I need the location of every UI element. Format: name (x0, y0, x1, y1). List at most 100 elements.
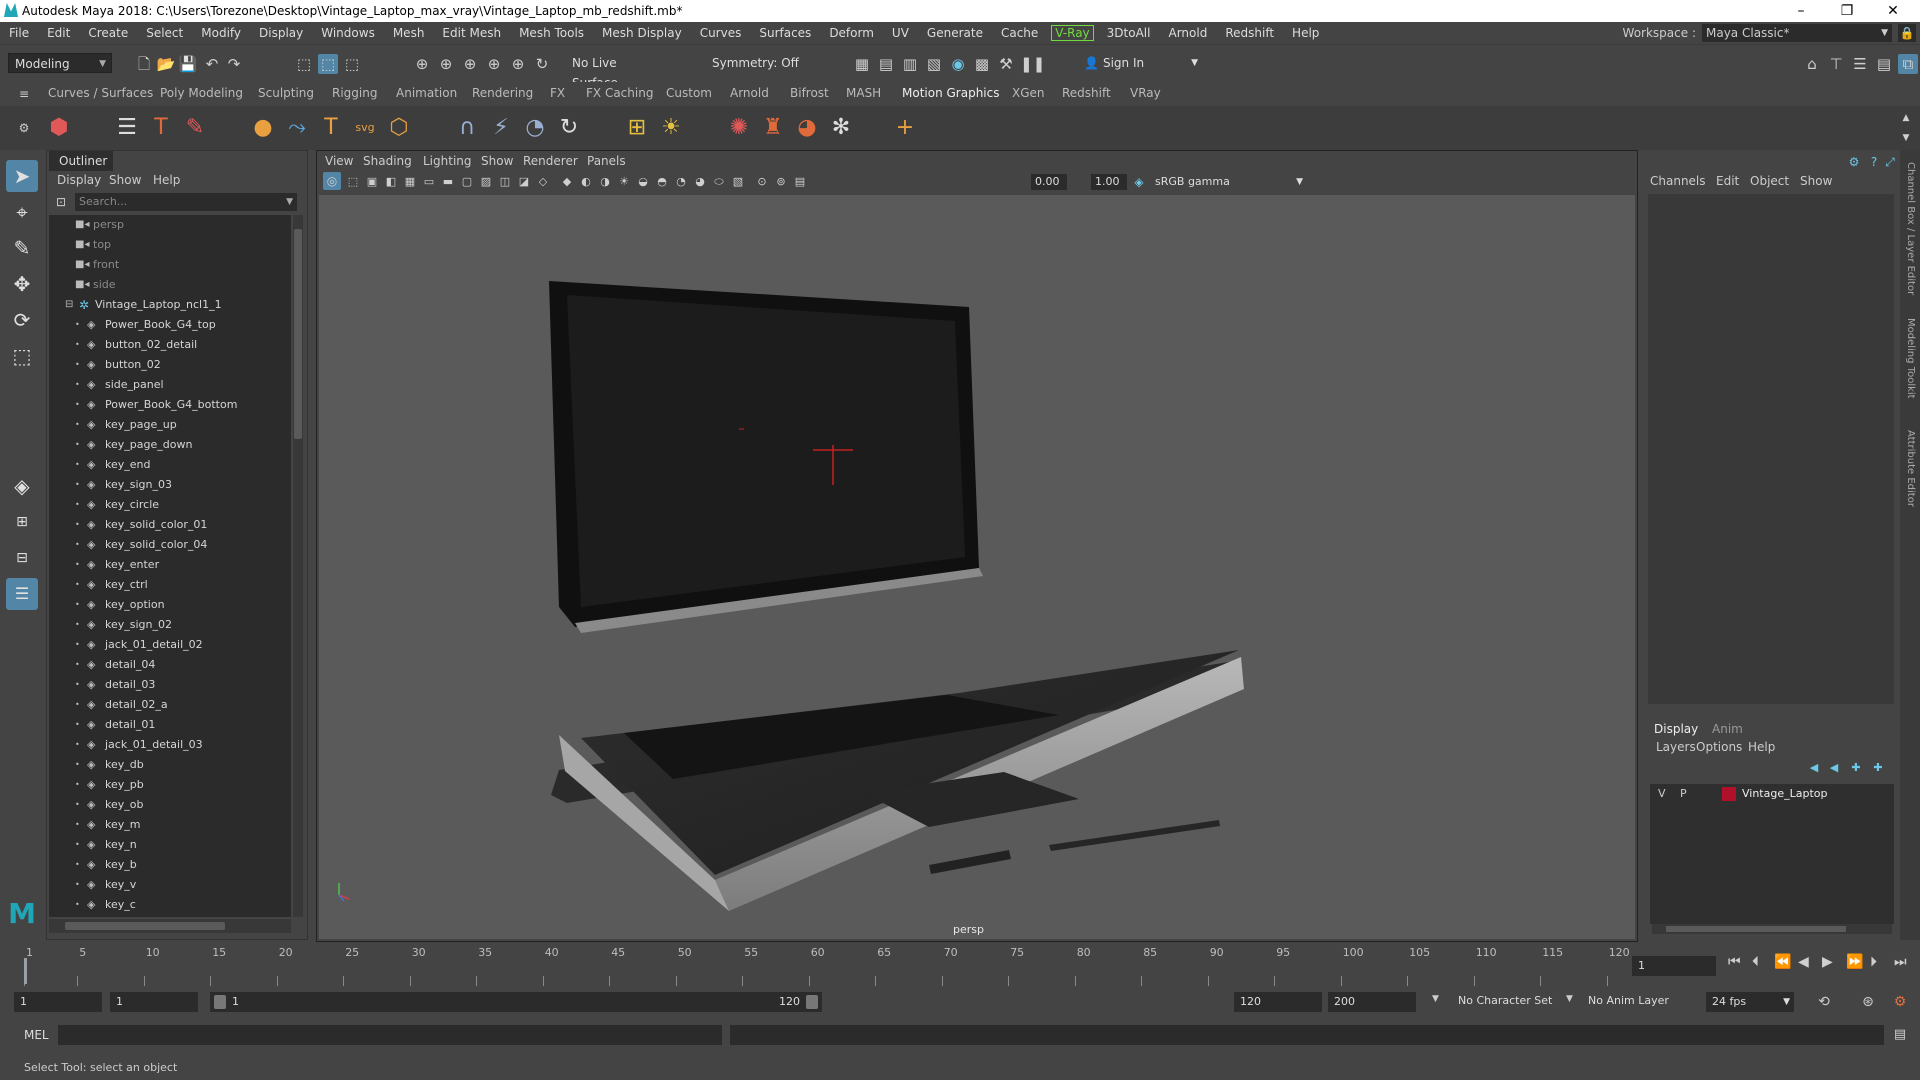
outliner-item-row[interactable]: • ◈ jack_01_detail_02 (49, 635, 291, 655)
camera-attrs-icon[interactable]: ▣ (364, 172, 380, 192)
outliner-layout-icon[interactable]: ☰ (6, 578, 38, 610)
snap-rotate-icon[interactable]: ↻ (532, 54, 552, 74)
grid-toggle-icon[interactable]: ▦ (402, 172, 418, 192)
drop-icon[interactable]: ◕ (792, 113, 822, 143)
motion-blur-icon[interactable]: ◔ (673, 172, 689, 192)
menu-select[interactable]: Select (137, 26, 192, 40)
shelf-tab-mash[interactable]: MASH (846, 86, 881, 100)
pause-icon[interactable]: ❚❚ (1020, 54, 1045, 74)
color-management-icon[interactable]: ◈ (1129, 172, 1149, 192)
live-surface-field[interactable]: No Live Surface (566, 53, 666, 90)
step-back-icon[interactable]: ⏴ (1752, 954, 1759, 970)
move-layer-down-icon[interactable]: ◀ (1824, 758, 1844, 778)
outliner-item-row[interactable]: • ◈ detail_01 (49, 715, 291, 735)
twist-icon[interactable]: ⚡ (486, 113, 516, 143)
symmetry-field[interactable]: Symmetry: Off (706, 53, 806, 73)
outliner-item-row[interactable]: • ◈ key_circle (49, 495, 291, 515)
shelf-tab-fx-caching[interactable]: FX Caching (586, 86, 653, 100)
render-view-icon[interactable]: ▩ (972, 54, 992, 74)
viewport-menu-shading[interactable]: Shading (363, 154, 412, 168)
vray-tools-icon[interactable]: ⚒ (996, 54, 1016, 74)
single-view-layout-icon[interactable]: ◈ (6, 470, 38, 502)
gear-icon[interactable]: ✺ (724, 113, 754, 143)
ipr-render-icon[interactable]: ▥ (900, 54, 920, 74)
backface-icon[interactable]: ▤ (792, 172, 808, 192)
layer-visibility-toggle[interactable]: V (1658, 784, 1666, 804)
film-gate-icon[interactable]: ▭ (421, 172, 437, 192)
layer-menu-help[interactable]: Help (1748, 740, 1775, 754)
shelf-tab-custom[interactable]: Custom (666, 86, 712, 100)
brush-icon[interactable]: ✎ (180, 113, 210, 143)
channels-menu-show[interactable]: Show (1800, 174, 1832, 188)
command-language-label[interactable]: MEL (24, 1028, 49, 1042)
expand-dot-icon[interactable]: • (75, 455, 80, 475)
safe-action-icon[interactable]: ◫ (497, 172, 513, 192)
play-forward-icon[interactable]: ▶ (1822, 954, 1833, 970)
scrollbar-thumb[interactable] (65, 922, 225, 930)
xray-icon[interactable]: ⊙ (754, 172, 770, 192)
shelf-tab-bifrost[interactable]: Bifrost (790, 86, 829, 100)
outliner-item-row[interactable]: • ◈ key_b (49, 855, 291, 875)
layer-tab-display[interactable]: Display (1654, 722, 1698, 736)
bookmark-icon[interactable]: ⬚ (345, 172, 361, 192)
outliner-item-row[interactable]: • ◈ jack_01_detail_03 (49, 735, 291, 755)
select-hierarchy-icon[interactable]: ⬚ (294, 54, 314, 74)
shelf-tab-motion-graphics[interactable]: Motion Graphics (902, 86, 1000, 100)
resolution-gate-icon[interactable]: ▬ (440, 172, 456, 192)
outliner-search-input[interactable]: Search... ▼ (75, 193, 297, 211)
outliner-vertical-scrollbar[interactable] (293, 215, 303, 917)
expand-dot-icon[interactable]: • (75, 415, 80, 435)
layer-color-swatch[interactable] (1722, 787, 1736, 801)
shelf-menu-icon[interactable]: ≡ (14, 84, 34, 104)
menu-mesh-display[interactable]: Mesh Display (593, 26, 691, 40)
expand-dot-icon[interactable]: • (75, 495, 80, 515)
menu-redshift[interactable]: Redshift (1216, 26, 1283, 40)
expand-dot-icon[interactable]: • (75, 915, 80, 917)
layer-menu-options[interactable]: Options (1696, 740, 1742, 754)
expand-dot-icon[interactable]: • (75, 595, 80, 615)
outliner-item-row[interactable]: • ◈ key_c (49, 895, 291, 915)
shelf-tab-arnold[interactable]: Arnold (730, 86, 769, 100)
menu-curves[interactable]: Curves (691, 26, 751, 40)
outliner-menu-help[interactable]: Help (153, 173, 180, 187)
character-set-dropdown[interactable]: No Character Set (1458, 994, 1552, 1007)
expand-dot-icon[interactable]: • (75, 795, 80, 815)
shelf-tab-fx[interactable]: FX (550, 86, 565, 100)
gear-icon[interactable]: ⚙ (14, 118, 34, 138)
snap-grid-icon[interactable]: ⊕ (412, 54, 432, 74)
expand-dot-icon[interactable]: • (75, 315, 80, 335)
lock-icon[interactable]: 🔒 (1898, 24, 1916, 42)
expand-dot-icon[interactable]: • (75, 815, 80, 835)
color-space-dropdown[interactable]: sRGB gamma ▼ (1151, 174, 1307, 190)
field-chart-icon[interactable]: ▨ (478, 172, 494, 192)
menu-help[interactable]: Help (1283, 26, 1328, 40)
sign-in-button[interactable]: 👤 Sign In ▼ (1084, 53, 1200, 73)
hypershade-icon[interactable]: ◉ (948, 54, 968, 74)
outliner-item-row[interactable]: • ◈ key_page_down (49, 435, 291, 455)
menu-edit-mesh[interactable]: Edit Mesh (433, 26, 510, 40)
tool-settings-icon[interactable]: ☰ (1850, 54, 1870, 74)
smooth-shade-icon[interactable]: ◆ (559, 172, 575, 192)
expand-dot-icon[interactable]: • (75, 695, 80, 715)
loop-icon[interactable]: ⟲ (1814, 992, 1834, 1012)
scrollbar-thumb[interactable] (294, 229, 302, 439)
snap-surface-icon[interactable]: ⊕ (508, 54, 528, 74)
start-time-field[interactable]: 1 (14, 992, 102, 1012)
list-icon[interactable]: ☰ (112, 113, 142, 143)
anim-layer-dropdown[interactable]: No Anim Layer (1588, 994, 1669, 1007)
expand-dot-icon[interactable]: • (75, 875, 80, 895)
shelf-tab-vray[interactable]: VRay (1130, 86, 1161, 100)
outliner-menu-show[interactable]: Show (109, 173, 141, 187)
channel-box-icon[interactable]: ▤ (1874, 54, 1894, 74)
curve-icon[interactable]: ⤳ (282, 113, 312, 143)
viewport-menu-renderer[interactable]: Renderer (523, 154, 578, 168)
xray-joints-icon[interactable]: ⊚ (773, 172, 789, 192)
new-layer-icon[interactable]: ✚ (1846, 758, 1866, 778)
outliner-item-row[interactable]: • ◈ key_page_up (49, 415, 291, 435)
go-to-start-icon[interactable]: ⏮ (1728, 954, 1741, 970)
shelf-tab-animation[interactable]: Animation (396, 86, 457, 100)
textured-icon[interactable]: ◑ (597, 172, 613, 192)
shelf-tab-poly-modeling[interactable]: Poly Modeling (160, 86, 243, 100)
range-start-handle[interactable] (214, 995, 226, 1009)
outliner-item-row[interactable]: • ◈ button_02_detail (49, 335, 291, 355)
